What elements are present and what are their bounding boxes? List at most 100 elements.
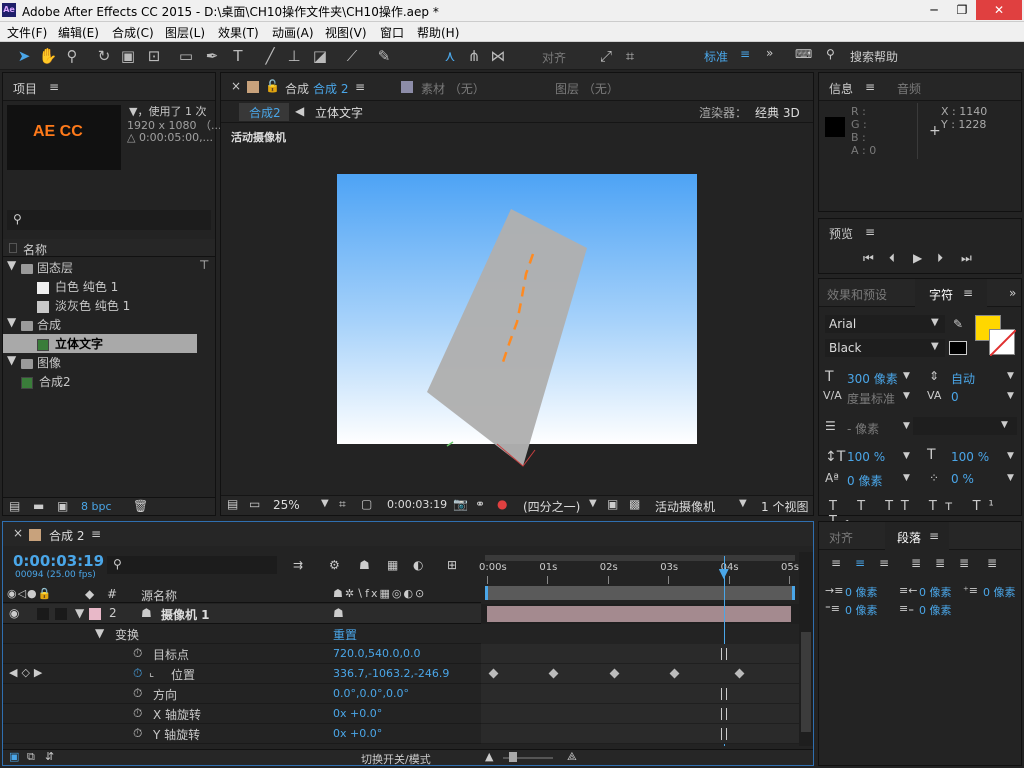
shy-icon[interactable]: ☗ [359,558,370,572]
expand-arrow-icon[interactable]: ▼ [7,315,16,329]
lock-toggle[interactable] [55,608,67,620]
in-out-toggle-icon[interactable]: ⇵ [45,750,54,763]
panel-menu-icon[interactable]: ≡ [963,286,973,300]
expand-arrow-icon[interactable]: ▼ [75,606,84,620]
snapshot-icon[interactable]: 📷 [453,497,468,511]
brush-tool-icon[interactable]: ╱ [260,46,280,66]
snap-icon[interactable]: ⤢ [596,46,616,66]
align-left-icon[interactable]: ≡ [831,556,841,570]
menu-view[interactable]: 视图(V) [325,24,367,41]
align-right-icon[interactable]: ≡ [879,556,889,570]
frame-blend-icon[interactable]: ▦ [387,558,398,572]
dropdown-arrow-icon[interactable]: ▼ [903,371,910,381]
camera-view-select[interactable]: 活动摄像机 [655,498,715,515]
shy-switch-icon[interactable]: ☗ [333,606,344,620]
dropdown-arrow-icon[interactable]: ▼ [589,498,597,509]
camera-tool-icon[interactable]: ▣ [118,46,138,66]
menu-layer[interactable]: 图层(L) [165,24,205,41]
tab-timeline[interactable]: 合成 2 [49,527,84,544]
breadcrumb-active[interactable]: 合成2 [249,104,281,121]
close-window-button[interactable]: ✕ [976,0,1022,20]
resolution-select[interactable]: (四分之一) [523,498,580,515]
first-line-indent-value[interactable]: 0 像素 [983,584,1016,600]
property-track[interactable] [481,704,799,724]
renderer-value[interactable]: 经典 3D [755,104,800,121]
stopwatch-icon[interactable]: ⏱ [133,666,142,681]
hand-tool-icon[interactable]: ✋ [38,46,58,66]
tab-layer[interactable]: 图层 （无） [555,80,619,97]
stopwatch-icon[interactable]: ⏱ [133,646,142,661]
delete-icon[interactable]: 🗑 [133,499,148,513]
font-family-select[interactable]: Arial ▼ [825,315,945,333]
channel-icon[interactable]: ● [497,497,507,511]
indent-left-value[interactable]: 0 像素 [845,584,878,600]
stopwatch-icon[interactable]: ⏱ [133,706,142,721]
dropdown-arrow-icon[interactable]: ▼ [903,451,910,461]
project-item[interactable]: ▼ 图像 [3,353,215,372]
modes-toggle-icon[interactable]: ⧉ [27,750,35,764]
search-help-field[interactable]: 搜索帮助 [850,48,898,65]
property-value[interactable]: 720.0,540.0,0.0 [333,647,420,660]
dropdown-arrow-icon[interactable]: ▼ [903,391,910,401]
dropdown-arrow-icon[interactable]: ▼ [903,473,910,483]
close-tab-icon[interactable]: × [13,526,23,540]
clone-stamp-tool-icon[interactable]: ⊥ [284,46,304,66]
graph-editor-icon[interactable]: ⊞ [447,558,457,572]
solo-toggle[interactable] [37,608,49,620]
menu-composition[interactable]: 合成(C) [112,24,154,41]
layer-name[interactable]: 摄像机 1 [161,606,210,623]
transparency-grid-icon[interactable]: ▩ [629,497,640,511]
stroke-color-swatch[interactable] [989,329,1017,357]
expand-arrow-icon[interactable]: ▼ [95,626,104,640]
property-value[interactable]: 0.0°,0.0°,0.0° [333,687,409,700]
new-composition-icon[interactable]: ▣ [57,499,68,513]
eyedropper-icon[interactable]: ✎ [953,317,963,331]
draft-3d-icon[interactable]: ⚙ [329,558,340,572]
zoom-in-icon[interactable]: ⟁ [567,750,577,764]
pen-tool-icon[interactable]: ✒ [202,46,222,66]
property-track[interactable] [481,664,799,684]
horizontal-scale-value[interactable]: 100 % [951,450,989,464]
vertical-scale-value[interactable]: 100 % [847,450,885,464]
graph-icon[interactable]: ⌞ [149,666,154,679]
interpret-footage-icon[interactable]: ▤ [9,499,20,513]
project-item[interactable]: 白色 纯色 1 [3,277,215,296]
tab-audio[interactable]: 音频 [897,80,921,97]
expand-arrow-icon[interactable]: ▼ [7,258,16,272]
time-ruler[interactable]: 0:00s 01s 02s 03s 04s 05s [479,552,799,604]
first-frame-icon[interactable]: ⏮ [863,251,874,266]
world-axis-icon[interactable]: ⋔ [464,46,484,66]
visibility-eye-icon[interactable]: ◉ [9,606,19,620]
justify-left-icon[interactable]: ≣ [911,556,921,570]
more-workspaces-icon[interactable]: » [766,46,773,60]
tab-preview[interactable]: 预览 [829,225,853,242]
transform-group-row[interactable]: ▼ 变换 重置 [3,624,481,644]
layer-duration-bar[interactable] [487,606,791,622]
view-axis-icon[interactable]: ⋈ [488,46,508,66]
menu-effect[interactable]: 效果(T) [218,24,259,41]
tsume-value[interactable]: 0 % [951,472,974,486]
property-row[interactable]: ⏱ Y 轴旋转 0x +0.0° [3,724,481,744]
project-item[interactable]: 合成2 [3,372,215,391]
property-row[interactable]: ⏱ X 轴旋转 0x +0.0° [3,704,481,724]
close-tab-icon[interactable]: × [231,79,241,93]
eraser-tool-icon[interactable]: ◪ [310,46,330,66]
menu-help[interactable]: 帮助(H) [417,24,459,41]
space-before-value[interactable]: 0 像素 [845,602,878,618]
justify-right-icon[interactable]: ≣ [959,556,969,570]
property-track[interactable] [481,724,799,744]
panel-menu-icon[interactable]: ≡ [91,527,101,541]
selection-tool-icon[interactable]: ➤ [14,46,34,66]
prev-frame-icon[interactable]: ⏴ [889,251,895,266]
layer-row[interactable]: ◉ ▼ 2 ☗ 摄像机 1 ☗ [3,604,481,624]
justify-center-icon[interactable]: ≣ [935,556,945,570]
sync-settings-icon[interactable]: ⌨ [795,47,812,61]
menu-window[interactable]: 窗口 [380,24,404,41]
dropdown-arrow-icon[interactable]: ▼ [1007,371,1014,381]
layer-switches-toggle-icon[interactable]: ▣ [9,750,19,763]
rectangle-tool-icon[interactable]: ▭ [176,46,196,66]
reset-link[interactable]: 重置 [333,626,357,643]
property-row[interactable]: ⏱ 方向 0.0°,0.0°,0.0° [3,684,481,704]
panel-menu-icon[interactable]: ≡ [865,225,875,239]
tab-composition-prefix[interactable]: 合成 [285,80,309,97]
